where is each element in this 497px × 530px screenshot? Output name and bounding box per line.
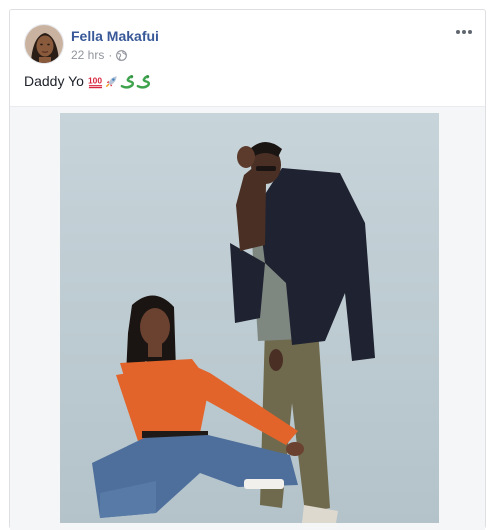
- author-name-link[interactable]: Fella Makafui: [71, 28, 159, 44]
- avatar-image: [25, 25, 63, 63]
- photo-image: [60, 113, 439, 523]
- post-photo-container: [10, 106, 485, 530]
- post-timestamp[interactable]: 22 hrs: [71, 48, 104, 62]
- rocket-emoji: [105, 75, 117, 87]
- emoji-row: 100: [88, 74, 151, 89]
- svg-text:100: 100: [88, 75, 102, 85]
- post-meta: 22 hrs ·: [71, 48, 128, 62]
- post-photo[interactable]: [60, 113, 439, 523]
- post-card: Fella Makafui 22 hrs · Daddy Yo 100: [9, 9, 486, 530]
- more-options-icon[interactable]: [453, 24, 475, 40]
- post-text: Daddy Yo 100: [24, 73, 151, 89]
- author-avatar[interactable]: [24, 24, 64, 64]
- hundred-points-emoji: 100: [88, 75, 102, 88]
- snake-emoji: [120, 74, 134, 89]
- snake-emoji: [136, 74, 150, 89]
- post-message: Daddy Yo: [24, 73, 84, 89]
- globe-icon[interactable]: [116, 49, 128, 61]
